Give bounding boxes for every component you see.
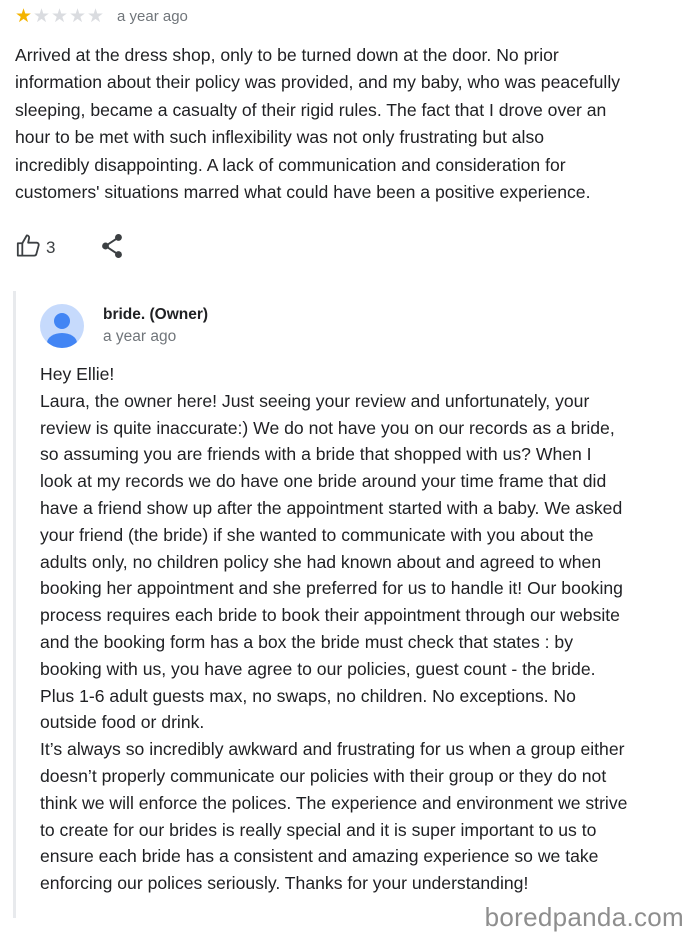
- reply-time: a year ago: [103, 328, 177, 345]
- star-empty-icon: ★: [51, 5, 69, 27]
- review-text: Arrived at the dress shop, only to be tu…: [15, 45, 621, 203]
- review-meta: ★ ★ ★ ★ ★ a year ago: [15, 5, 188, 27]
- share-icon: [99, 232, 125, 265]
- star-empty-icon: ★: [87, 5, 105, 27]
- like-button[interactable]: 3: [15, 232, 55, 264]
- star-empty-icon: ★: [69, 5, 87, 27]
- star-filled-icon: ★: [15, 5, 33, 27]
- person-avatar-icon: [40, 304, 84, 348]
- share-button[interactable]: [99, 232, 125, 265]
- star-rating: ★ ★ ★ ★ ★: [15, 7, 105, 26]
- review-time: a year ago: [117, 7, 188, 25]
- like-count: 3: [46, 238, 56, 257]
- review-actions: 3: [15, 233, 125, 263]
- owner-name[interactable]: bride. (Owner): [103, 306, 208, 324]
- thumbs-up-icon: [15, 232, 42, 264]
- owner-reply: bride. (Owner) a year ago Hey Ellie! Lau…: [13, 291, 700, 918]
- watermark: boredpanda.com: [484, 902, 684, 932]
- star-empty-icon: ★: [33, 5, 51, 27]
- reply-text: Hey Ellie! Laura, the owner here! Just s…: [40, 364, 628, 894]
